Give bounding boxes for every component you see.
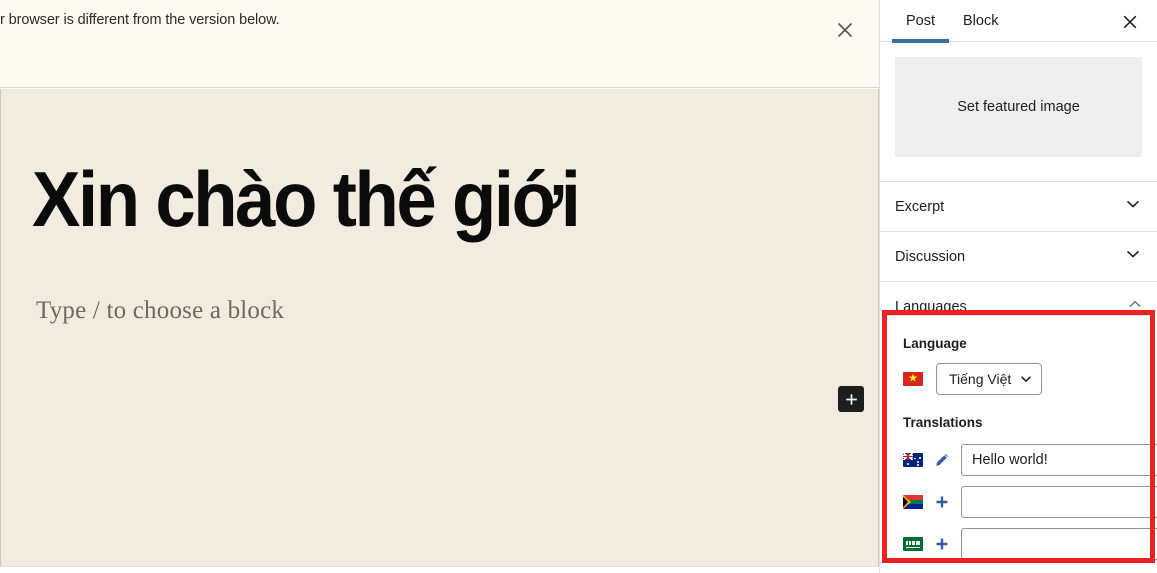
translations-field-label: Translations	[903, 415, 983, 430]
language-select-row: ★ Tiếng Việt	[903, 363, 1134, 395]
translation-input[interactable]	[961, 486, 1157, 518]
translation-input[interactable]	[961, 444, 1157, 476]
languages-panel-body: Language ★ Tiếng Việt Translations	[887, 315, 1157, 560]
sidebar-close-icon[interactable]	[1115, 7, 1145, 37]
language-select[interactable]: Tiếng Việt	[936, 363, 1043, 395]
translation-input[interactable]	[961, 528, 1157, 560]
chevron-down-icon	[1021, 376, 1032, 382]
australia-flag-icon	[903, 453, 923, 467]
app-root: r browser is different from the version …	[0, 0, 1157, 573]
add-plus-icon[interactable]	[932, 534, 952, 554]
block-placeholder-text[interactable]: Type / to choose a block	[36, 297, 284, 325]
translation-row	[903, 486, 1157, 518]
add-block-button[interactable]	[838, 386, 864, 412]
chevron-up-icon	[1128, 297, 1142, 316]
south-africa-flag-icon	[903, 495, 923, 509]
panel-excerpt-label: Excerpt	[895, 198, 945, 215]
tab-block[interactable]: Block	[949, 0, 1012, 42]
language-field-label: Language	[903, 336, 967, 351]
tab-post[interactable]: Post	[892, 0, 950, 43]
saudi-arabia-flag-icon	[903, 537, 923, 551]
chevron-down-icon	[1124, 245, 1142, 268]
edit-pencil-icon[interactable]	[932, 450, 952, 470]
settings-sidebar: Post Block Set featured image Excerpt Di…	[879, 0, 1157, 573]
editor-canvas[interactable]: Xin chào thế giới Type / to choose a blo…	[0, 89, 879, 566]
post-editor-pane: r browser is different from the version …	[0, 0, 879, 573]
vietnam-flag-icon: ★	[903, 372, 923, 386]
language-select-value: Tiếng Việt	[949, 371, 1012, 387]
featured-image-label: Set featured image	[957, 99, 1080, 115]
notice-close-icon[interactable]	[825, 10, 865, 50]
panel-languages-label: Languages	[895, 298, 967, 315]
panel-discussion-label: Discussion	[895, 248, 966, 265]
set-featured-image-button[interactable]: Set featured image	[895, 57, 1142, 157]
update-notice-bar: r browser is different from the version …	[0, 0, 879, 88]
chevron-down-icon	[1124, 195, 1142, 218]
post-title[interactable]: Xin chào thế giới	[32, 160, 581, 238]
notice-message: r browser is different from the version …	[0, 12, 280, 28]
panel-discussion[interactable]: Discussion	[880, 231, 1157, 281]
add-plus-icon[interactable]	[932, 492, 952, 512]
sidebar-tab-bar: Post Block	[880, 0, 1157, 43]
panel-excerpt[interactable]: Excerpt	[880, 181, 1157, 231]
plus-icon	[845, 393, 857, 405]
editor-bottom-strip	[0, 566, 879, 573]
translation-row	[903, 444, 1157, 476]
featured-image-section: Set featured image	[880, 42, 1157, 181]
translation-row	[903, 528, 1157, 560]
